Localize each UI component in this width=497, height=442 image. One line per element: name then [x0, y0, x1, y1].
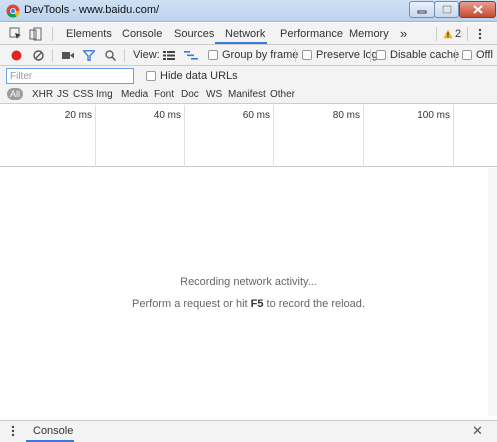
- type-filter-manifest[interactable]: Manifest: [228, 89, 266, 100]
- tab-elements[interactable]: Elements: [66, 28, 112, 40]
- type-filter-doc[interactable]: Doc: [181, 89, 199, 100]
- filter-bar: Hide data URLs: [0, 66, 497, 86]
- type-filter-media[interactable]: Media: [121, 89, 148, 100]
- reload-hint-text: Perform a request or hit F5 to record th…: [0, 298, 497, 310]
- active-tab-indicator: [215, 42, 267, 44]
- large-rows-icon[interactable]: [163, 51, 175, 60]
- grid-line: [273, 105, 274, 167]
- time-tick-label: 40 ms: [153, 110, 181, 121]
- group-by-frame-checkbox[interactable]: [208, 50, 218, 60]
- vertical-scrollbar[interactable]: [488, 168, 497, 416]
- resource-type-filter-bar: All XHR JS CSS Img Media Font Doc WS Man…: [0, 86, 497, 104]
- device-toolbar-button[interactable]: [28, 26, 44, 42]
- kebab-menu-icon: [478, 28, 482, 40]
- filter-icon[interactable]: [83, 50, 95, 61]
- type-filter-font[interactable]: Font: [154, 89, 174, 100]
- divider: [124, 49, 125, 62]
- overview-waterfall-icon[interactable]: [184, 51, 198, 60]
- tab-network[interactable]: Network: [225, 28, 265, 40]
- minimize-icon: [417, 10, 427, 13]
- divider: [52, 49, 53, 62]
- preserve-log-checkbox[interactable]: [302, 50, 312, 60]
- chrome-logo-icon: [6, 4, 20, 18]
- divider: [467, 27, 468, 41]
- tab-performance[interactable]: Performance: [280, 28, 343, 40]
- reload-hint-before: Perform a request or hit: [132, 298, 251, 310]
- view-label: View:: [133, 49, 160, 61]
- type-filter-js[interactable]: JS: [57, 89, 69, 100]
- drawer-tab-console[interactable]: Console: [33, 425, 73, 437]
- filter-input[interactable]: [6, 68, 134, 84]
- divider: [436, 27, 437, 41]
- hide-data-urls-label[interactable]: Hide data URLs: [160, 70, 238, 82]
- search-icon[interactable]: [105, 50, 116, 61]
- more-tabs-button[interactable]: »: [400, 26, 407, 41]
- clear-icon[interactable]: [33, 50, 44, 61]
- divider: [52, 27, 53, 41]
- device-mobile-icon: [29, 27, 42, 41]
- disable-cache-checkbox[interactable]: [376, 50, 386, 60]
- tab-memory[interactable]: Memory: [349, 28, 389, 40]
- divider: [370, 49, 371, 62]
- inspect-element-button[interactable]: [8, 26, 24, 42]
- maximize-icon: [441, 5, 452, 14]
- offline-checkbox[interactable]: [462, 50, 472, 60]
- group-by-frame-label[interactable]: Group by frame: [222, 49, 298, 61]
- timeline-overview[interactable]: 20 ms 40 ms 60 ms 80 ms 100 ms: [0, 105, 497, 167]
- reload-hint-after: to record the reload.: [263, 298, 365, 310]
- capture-screenshots-icon[interactable]: [62, 51, 74, 60]
- window-titlebar: DevTools - www.baidu.com/: [0, 0, 497, 22]
- close-window-button[interactable]: [459, 1, 496, 18]
- type-filter-img[interactable]: Img: [96, 89, 113, 100]
- drawer-toolbar: Console ✕: [0, 420, 497, 442]
- preserve-log-label[interactable]: Preserve log: [316, 49, 378, 61]
- maximize-button[interactable]: [434, 1, 459, 18]
- grid-line: [453, 105, 454, 167]
- time-tick-label: 20 ms: [64, 110, 92, 121]
- grid-line: [184, 105, 185, 167]
- type-filter-ws[interactable]: WS: [206, 89, 222, 100]
- drawer-menu-icon[interactable]: [11, 425, 15, 437]
- warning-count[interactable]: 2: [455, 28, 461, 40]
- inspect-cursor-icon: [9, 27, 21, 39]
- time-tick-label: 80 ms: [332, 110, 360, 121]
- reload-hint-key: F5: [250, 298, 264, 310]
- type-filter-all[interactable]: All: [7, 88, 24, 100]
- close-drawer-icon[interactable]: ✕: [472, 424, 483, 438]
- customize-menu-button[interactable]: [472, 26, 488, 42]
- close-icon: [472, 5, 483, 14]
- divider: [455, 49, 456, 62]
- warning-icon[interactable]: [443, 29, 453, 39]
- minimize-button[interactable]: [409, 1, 435, 18]
- type-filter-css[interactable]: CSS: [73, 89, 94, 100]
- tab-console[interactable]: Console: [122, 28, 162, 40]
- recording-status-text: Recording network activity...: [180, 276, 317, 288]
- hide-data-urls-checkbox[interactable]: [146, 71, 156, 81]
- disable-cache-label[interactable]: Disable cache: [390, 49, 459, 61]
- type-filter-xhr[interactable]: XHR: [32, 89, 53, 100]
- grid-line: [363, 105, 364, 167]
- record-icon[interactable]: [11, 50, 22, 61]
- network-toolbar: View: Group by frame Preserve log Disabl…: [0, 45, 497, 66]
- time-tick-label: 100 ms: [417, 110, 450, 121]
- divider: [295, 49, 296, 62]
- grid-line: [95, 105, 96, 167]
- window-title: DevTools - www.baidu.com/: [24, 4, 160, 16]
- type-filter-other[interactable]: Other: [270, 89, 295, 100]
- time-tick-label: 60 ms: [242, 110, 270, 121]
- tab-sources[interactable]: Sources: [174, 28, 214, 40]
- offline-label[interactable]: Offl: [476, 49, 493, 61]
